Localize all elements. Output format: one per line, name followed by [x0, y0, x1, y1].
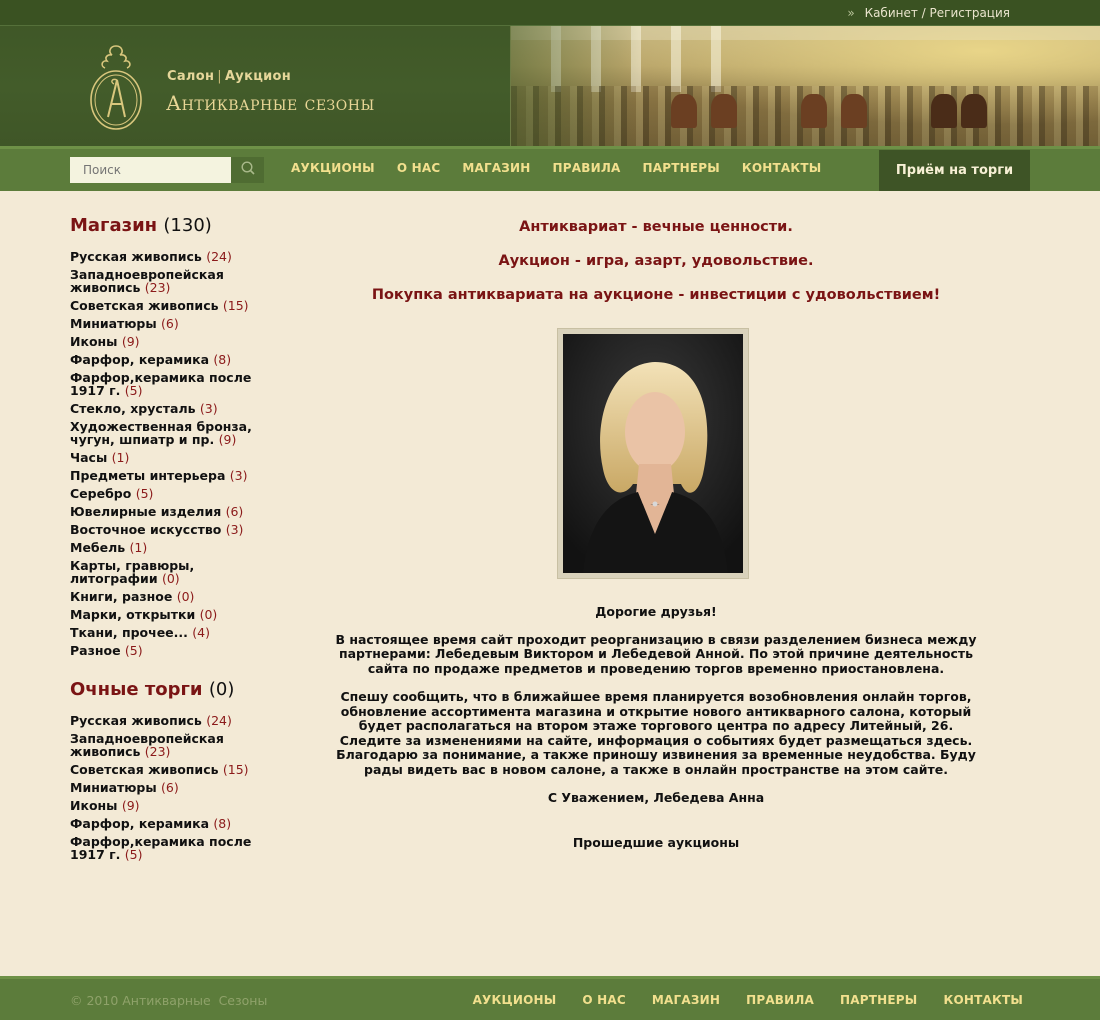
footer-nav-shop[interactable]: МАГАЗИН [652, 993, 720, 1007]
footer-nav-contacts[interactable]: КОНТАКТЫ [943, 993, 1023, 1007]
category-link[interactable]: Серебро (5) [70, 487, 255, 500]
site-header: » Кабинет / Регистрация Салон | Аукцион Ан… [0, 0, 1100, 146]
footer-nav-rules[interactable]: ПРАВИЛА [746, 993, 814, 1007]
category-link[interactable]: Западноевропейская живопись (23) [70, 268, 255, 294]
footer-nav-about[interactable]: О НАС [582, 993, 626, 1007]
category-link[interactable]: Ювелирные изделия (6) [70, 505, 255, 518]
search-input[interactable] [70, 157, 231, 183]
search-icon [240, 160, 256, 180]
nav-rules[interactable]: ПРАВИЛА [542, 161, 632, 175]
category-link[interactable]: Иконы (9) [70, 799, 255, 812]
category-link[interactable]: Русская живопись (24) [70, 714, 255, 727]
category-link[interactable]: Разное (5) [70, 644, 255, 657]
category-link[interactable]: Мебель (1) [70, 541, 255, 554]
shop-section-title[interactable]: Магазин (130) [70, 215, 260, 236]
category-link[interactable]: Предметы интерьера (3) [70, 469, 255, 482]
account-register-link[interactable]: Кабинет / Регистрация [865, 6, 1010, 20]
slogan: Антиквариат - вечные ценности. [519, 219, 793, 235]
category-link[interactable]: Миниатюры (6) [70, 781, 255, 794]
category-link[interactable]: Иконы (9) [70, 335, 255, 348]
category-link[interactable]: Художественная бронза, чугун, шпиатр и п… [70, 420, 255, 446]
letter-paragraph: Спешу сообщить, что в ближайшее время пл… [336, 689, 976, 777]
brand-subtitle: Салон | Аукцион [167, 69, 292, 84]
nav-shop[interactable]: МАГАЗИН [451, 161, 541, 175]
brand-title[interactable]: Антикварные сезоны [166, 91, 375, 115]
nav-partners[interactable]: ПАРТНЕРЫ [631, 161, 730, 175]
search-form [70, 157, 264, 183]
footer-nav-auctions[interactable]: АУКЦИОНЫ [473, 993, 557, 1007]
past-auctions-link[interactable]: Прошедшие аукционы [300, 835, 1012, 851]
letter-greeting: Дорогие друзья! [595, 604, 717, 619]
category-link[interactable]: Миниатюры (6) [70, 317, 255, 330]
category-link[interactable]: Фарфор, керамика (8) [70, 817, 255, 830]
category-link[interactable]: Карты, гравюры, литографии (0) [70, 559, 210, 585]
category-link[interactable]: Русская живопись (24) [70, 250, 255, 263]
monogram-logo-icon[interactable] [88, 42, 144, 130]
announcement-letter: Дорогие друзья! В настоящее время сайт п… [300, 604, 1012, 864]
chevron-right-icon: » [847, 6, 855, 20]
category-link[interactable]: Восточное искусство (3) [70, 523, 255, 536]
submit-for-auction-button[interactable]: Приём на торги [879, 150, 1030, 191]
footer-nav-partners[interactable]: ПАРТНЕРЫ [840, 993, 917, 1007]
nav-contacts[interactable]: КОНТАКТЫ [731, 161, 833, 175]
top-utility-bar: » Кабинет / Регистрация [0, 0, 1100, 26]
letter-signature: С Уважением, Лебедева Анна [547, 790, 765, 805]
portrait-photo [557, 328, 749, 579]
main-content: Антиквариат - вечные ценности. Аукцион -… [300, 210, 1012, 849]
category-link[interactable]: Книги, разное (0) [70, 590, 255, 603]
nav-auctions[interactable]: АУКЦИОНЫ [280, 161, 386, 175]
category-link[interactable]: Советская живопись (15) [70, 763, 255, 776]
category-link[interactable]: Западноевропейская живопись (23) [70, 732, 255, 758]
search-button[interactable] [231, 157, 264, 183]
nav-about[interactable]: О НАС [386, 161, 452, 175]
category-link[interactable]: Фарфор,керамика после 1917 г. (5) [70, 835, 255, 861]
copyright: © 2010 Антикварные Сезоны [70, 993, 268, 1008]
category-link[interactable]: Часы (1) [70, 451, 255, 464]
category-link[interactable]: Фарфор,керамика после 1917 г. (5) [70, 371, 255, 397]
slogan: Покупка антиквариата на аукционе - инвес… [371, 287, 941, 303]
category-link[interactable]: Марки, открытки (0) [70, 608, 255, 621]
main-navigation: АУКЦИОНЫ О НАС МАГАЗИН ПРАВИЛА ПАРТНЕРЫ … [0, 146, 1100, 191]
site-footer: © 2010 Антикварные Сезоны АУКЦИОНЫ О НАС… [0, 976, 1100, 1020]
category-link[interactable]: Стекло, хрусталь (3) [70, 402, 255, 415]
category-link[interactable]: Советская живопись (15) [70, 299, 255, 312]
category-link[interactable]: Фарфор, керамика (8) [70, 353, 255, 366]
category-sidebar: Магазин (130) Русская живопись (24) Запа… [70, 215, 260, 866]
slogan: Аукцион - игра, азарт, удовольствие. [498, 253, 814, 269]
category-link[interactable]: Ткани, прочее... (4) [70, 626, 255, 639]
live-auctions-section-title[interactable]: Очные торги (0) [70, 679, 260, 700]
letter-paragraph: В настоящее время сайт проходит реоргани… [335, 631, 977, 676]
